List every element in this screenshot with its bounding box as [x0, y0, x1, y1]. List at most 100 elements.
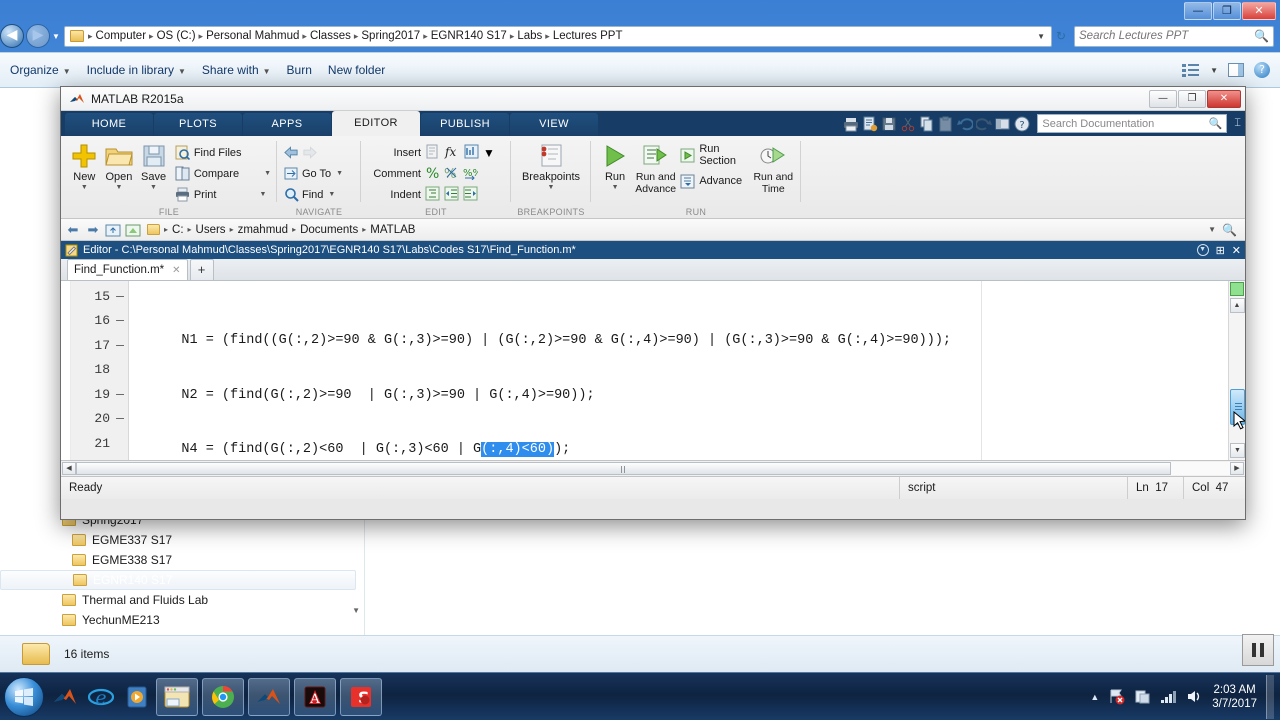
- breadcrumb-computer[interactable]: Computer: [94, 30, 149, 42]
- cf-forward-icon[interactable]: ➡: [85, 222, 101, 238]
- organize-menu[interactable]: Organize ▼: [10, 63, 71, 77]
- cf-browse-icon[interactable]: [125, 223, 141, 237]
- advance-button[interactable]: Advance: [680, 168, 751, 194]
- find-button[interactable]: Find ▼: [283, 184, 343, 205]
- change-view-icon[interactable]: [1182, 63, 1200, 77]
- run-and-advance-button[interactable]: Run and Advance: [633, 138, 678, 218]
- find-files-button[interactable]: Find Files: [175, 142, 271, 163]
- new-script-icon[interactable]: [862, 116, 878, 132]
- chrome-taskbar-button[interactable]: [202, 677, 244, 716]
- close-icon[interactable]: ✕: [1232, 244, 1241, 257]
- tab-apps[interactable]: APPS: [243, 113, 331, 136]
- help-icon[interactable]: ?: [1014, 116, 1030, 132]
- smart-indent-icon[interactable]: [425, 186, 440, 204]
- code-line-15[interactable]: N1 = (find((G(:,2)>=90 & G(:,3)>=90) | (…: [129, 329, 1228, 354]
- decrease-indent-icon[interactable]: [444, 186, 459, 204]
- chevron-down-icon[interactable]: ▼: [1210, 66, 1218, 75]
- insert-label[interactable]: Insert: [367, 147, 421, 159]
- back-arrow-icon[interactable]: [283, 145, 299, 161]
- wrap-comment-icon[interactable]: %%: [463, 165, 482, 183]
- save-button[interactable]: Save ▼: [136, 138, 171, 218]
- breadcrumb-lectures-ppt[interactable]: Lectures PPT: [551, 30, 625, 42]
- matlab-maximize-button[interactable]: ❐: [1178, 89, 1206, 108]
- media-player-icon[interactable]: [122, 680, 152, 714]
- print-icon[interactable]: [843, 116, 859, 132]
- save-icon[interactable]: [881, 116, 897, 132]
- open-button[interactable]: Open ▼: [102, 138, 137, 218]
- new-folder-button[interactable]: New folder: [328, 63, 385, 77]
- tree-item-egnr140[interactable]: EGNR140 S17: [0, 570, 356, 590]
- chevron-down-icon[interactable]: ▼: [517, 183, 585, 192]
- new-tab-button[interactable]: +: [189, 259, 214, 280]
- address-bar[interactable]: ▸ Computer ▸ OS (C:) ▸ Personal Mahmud ▸…: [64, 25, 1052, 47]
- layout-icon[interactable]: [995, 116, 1011, 132]
- preview-pane-icon[interactable]: [1228, 63, 1244, 77]
- chevron-down-icon[interactable]: ▼: [328, 191, 335, 198]
- comment-label[interactable]: Comment: [367, 168, 421, 180]
- tab-publish[interactable]: PUBLISH: [421, 113, 509, 136]
- chevron-down-icon[interactable]: ▼: [259, 191, 266, 198]
- code-vertical-scrollbar[interactable]: ▲ ▼: [1228, 281, 1245, 460]
- forward-button[interactable]: ▶: [26, 24, 50, 48]
- cf-crumb-documents[interactable]: Documents: [300, 224, 358, 236]
- signal-icon[interactable]: [1160, 689, 1177, 704]
- redo-icon[interactable]: [976, 116, 993, 132]
- tree-scroll-down-icon[interactable]: ▼: [352, 606, 360, 615]
- breakpoint-margin[interactable]: [61, 281, 71, 460]
- adobe-reader-taskbar-button[interactable]: A: [294, 677, 336, 716]
- code-text[interactable]: N1 = (find((G(:,2)>=90 & G(:,3)>=90) | (…: [129, 281, 1228, 460]
- cf-crumb-c[interactable]: C:: [172, 224, 184, 236]
- action-center-icon[interactable]: [1108, 688, 1125, 705]
- comment-percent-icon[interactable]: %: [425, 165, 440, 183]
- navigate-back-forward[interactable]: [283, 142, 343, 163]
- chevron-down-icon[interactable]: ▼: [597, 183, 633, 192]
- selected-text[interactable]: (:,4)<60): [481, 442, 555, 457]
- matlab-taskbar-button[interactable]: [248, 677, 290, 716]
- help-icon[interactable]: ?: [1254, 62, 1270, 78]
- matlab-pin-icon[interactable]: [50, 680, 80, 714]
- back-button[interactable]: ◀: [0, 24, 24, 48]
- search-input[interactable]: [1079, 30, 1255, 42]
- tree-item-thermal-fluids-lab[interactable]: Thermal and Fluids Lab: [0, 590, 364, 610]
- matlab-minimize-button[interactable]: —: [1149, 89, 1177, 108]
- network-icon[interactable]: [1134, 688, 1151, 705]
- copy-icon[interactable]: [919, 116, 935, 132]
- breadcrumb-spring2017[interactable]: Spring2017: [359, 30, 422, 42]
- compare-button[interactable]: Compare ▼: [175, 163, 271, 184]
- dock-panel-icon[interactable]: ⊞: [1216, 244, 1225, 257]
- breakpoints-button[interactable]: Breakpoints ▼: [517, 138, 585, 218]
- run-button[interactable]: Run ▼: [597, 138, 633, 218]
- cf-crumb-matlab[interactable]: MATLAB: [370, 224, 415, 236]
- start-orb[interactable]: [4, 676, 44, 717]
- breadcrumb-classes[interactable]: Classes: [308, 30, 353, 42]
- panel-options-icon[interactable]: ▼: [1196, 244, 1209, 256]
- volume-icon[interactable]: [1186, 689, 1203, 704]
- cf-crumb-zmahmud[interactable]: zmahmud: [238, 224, 289, 236]
- matlab-close-button[interactable]: ✕: [1207, 89, 1241, 108]
- new-button[interactable]: New ▼: [67, 138, 102, 218]
- recent-pages-dropdown[interactable]: ▼: [50, 32, 62, 41]
- snagit-taskbar-button[interactable]: S: [340, 677, 382, 716]
- explorer-close-button[interactable]: ✕: [1242, 2, 1276, 20]
- breadcrumb-personal-mahmud[interactable]: Personal Mahmud: [204, 30, 301, 42]
- code-line-17[interactable]: N4 = (find(G(:,2)<60 | G(:,3)<60 | G(:,4…: [129, 438, 1228, 460]
- paste-icon[interactable]: [938, 116, 954, 132]
- chevron-down-icon[interactable]: ▼: [136, 183, 171, 192]
- hscroll-track[interactable]: [76, 462, 1230, 475]
- tree-item-egme338[interactable]: EGME338 S17: [0, 550, 364, 570]
- chevron-down-icon[interactable]: ▼: [264, 170, 271, 177]
- chevron-down-icon[interactable]: ▼: [1033, 32, 1049, 41]
- explorer-search-box[interactable]: 🔍: [1074, 25, 1274, 47]
- cf-up-folder-icon[interactable]: [105, 223, 121, 237]
- breadcrumb-egnr140[interactable]: EGNR140 S17: [429, 30, 509, 42]
- recorder-pause-button[interactable]: [1242, 634, 1274, 666]
- increase-indent-icon[interactable]: [463, 186, 478, 204]
- internet-explorer-icon[interactable]: e: [86, 680, 116, 714]
- show-hidden-icons-icon[interactable]: ▲: [1090, 692, 1099, 702]
- fx-icon[interactable]: fx: [444, 144, 460, 162]
- tab-editor[interactable]: EDITOR: [332, 111, 420, 136]
- close-icon[interactable]: ✕: [172, 265, 180, 276]
- run-section-button[interactable]: Run Section: [680, 142, 751, 168]
- uncomment-icon[interactable]: %: [444, 165, 459, 183]
- taskbar-clock[interactable]: 2:03 AM 3/7/2017: [1212, 683, 1257, 711]
